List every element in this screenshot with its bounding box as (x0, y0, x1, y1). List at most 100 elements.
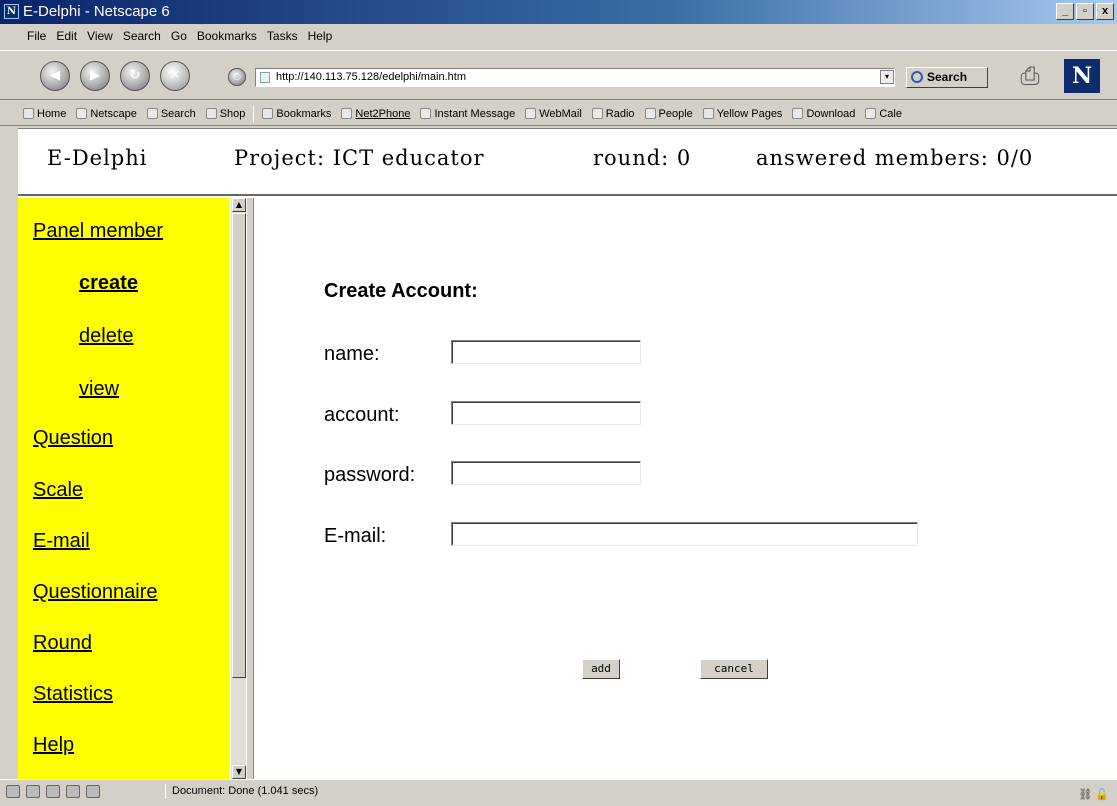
personal-calendar[interactable]: Cale (860, 108, 907, 120)
personal-download-label: Download (806, 107, 856, 120)
personal-download[interactable]: Download (787, 108, 860, 120)
nav-help[interactable]: Help (33, 734, 74, 757)
email-label: E-mail: (324, 525, 387, 547)
menu-edit[interactable]: Edit (51, 26, 82, 46)
status-text: Document: Done (1.041 secs) (172, 785, 319, 797)
bookmark-icon (702, 108, 714, 119)
personal-webmail[interactable]: WebMail (520, 108, 587, 120)
personal-instant-message-label: Instant Message (434, 107, 516, 120)
personal-net2phone[interactable]: Net2Phone (336, 108, 415, 120)
personal-search[interactable]: Search (142, 108, 201, 120)
shop-icon (205, 108, 217, 119)
sidebar-gutter[interactable] (0, 128, 18, 779)
personal-net2phone-label: Net2Phone (355, 107, 411, 120)
menu-view[interactable]: View (82, 26, 118, 46)
personal-bookmarks[interactable]: Bookmarks (257, 108, 336, 120)
nav-scale[interactable]: Scale (33, 479, 83, 502)
personal-webmail-label: WebMail (539, 107, 582, 120)
maximize-button[interactable]: ▫ (1076, 3, 1094, 20)
instant-messenger-icon[interactable] (46, 785, 60, 798)
close-button[interactable]: x (1096, 3, 1114, 20)
nav-email[interactable]: E-mail (33, 530, 90, 553)
bookmark-icon (644, 108, 656, 119)
composer-icon[interactable] (66, 785, 80, 798)
personal-home[interactable]: Home (18, 108, 71, 120)
status-divider (165, 784, 166, 799)
search-button[interactable]: Search (906, 67, 988, 88)
personal-netscape-label: Netscape (90, 107, 137, 120)
stop-button[interactable]: ✕ (160, 61, 190, 91)
menu-bar: File Edit View Search Go Bookmarks Tasks… (0, 26, 1117, 46)
app-name: E-Delphi (47, 146, 148, 170)
nav-statistics[interactable]: Statistics (33, 683, 113, 706)
url-history-button[interactable]: ○ (228, 68, 246, 86)
nav-panel-member[interactable]: Panel member (33, 220, 163, 243)
scroll-up-button[interactable]: ▲ (232, 198, 246, 212)
account-label: account: (324, 404, 400, 426)
url-dropdown-button[interactable]: ▾ (880, 70, 894, 84)
menu-help[interactable]: Help (303, 26, 338, 46)
add-button[interactable]: add (582, 659, 620, 679)
navigator-icon[interactable] (6, 785, 20, 798)
bookmark-icon (420, 108, 432, 119)
magnifier-icon (911, 71, 923, 83)
password-label: password: (324, 464, 416, 486)
back-button[interactable]: ◀ (40, 61, 70, 91)
menu-tasks[interactable]: Tasks (262, 26, 303, 46)
frame-resize-border[interactable] (246, 198, 254, 780)
dropdown-icon: ▾ (884, 72, 889, 81)
scroll-thumb[interactable] (232, 213, 246, 678)
mail-icon[interactable] (26, 785, 40, 798)
navigation-frame: Panel member create delete view Question… (18, 198, 230, 780)
account-input[interactable] (451, 401, 641, 425)
netscape-logo-icon: N (4, 4, 19, 19)
up-arrow-icon: ▲ (235, 200, 243, 209)
personal-instant-message[interactable]: Instant Message (415, 108, 520, 120)
minimize-button[interactable]: _ (1056, 3, 1074, 20)
email-input[interactable] (451, 522, 918, 546)
navigation-frame-scrollbar[interactable]: ▲ ▼ (230, 198, 246, 780)
personal-yellow-pages[interactable]: Yellow Pages (698, 108, 788, 120)
nav-question[interactable]: Question (33, 427, 113, 450)
menu-file[interactable]: File (22, 26, 51, 46)
window-title: E-Delphi - Netscape 6 (23, 3, 170, 20)
form-heading: Create Account: (324, 280, 478, 302)
nav-create[interactable]: create (79, 272, 138, 295)
personal-people[interactable]: People (640, 108, 698, 120)
bookmark-icon (865, 108, 877, 119)
search-icon (146, 108, 158, 119)
security-lock-icon[interactable]: ⛓ 🔓 (1075, 784, 1109, 801)
personal-netscape[interactable]: Netscape (71, 108, 141, 120)
down-arrow-icon: ▼ (235, 767, 243, 776)
name-input[interactable] (451, 340, 641, 364)
back-arrow-icon: ◀ (50, 68, 60, 83)
personal-search-label: Search (160, 107, 196, 120)
nav-questionnaire[interactable]: Questionnaire (33, 581, 158, 604)
nav-delete[interactable]: delete (79, 325, 134, 348)
nav-view[interactable]: view (79, 378, 119, 401)
netscape-throbber-icon[interactable]: N (1064, 59, 1100, 93)
personal-shop[interactable]: Shop (201, 108, 251, 120)
project-name: Project: ICT educator (234, 146, 485, 170)
scroll-down-button[interactable]: ▼ (232, 765, 246, 779)
print-icon[interactable]: ⎙ (1013, 61, 1047, 91)
personal-toolbar: Home Netscape Search Shop Bookmarks Net2… (0, 102, 1117, 126)
reload-button[interactable]: ↻ (120, 61, 150, 91)
header-frame: E-Delphi Project: ICT educator round: 0 … (18, 129, 1117, 196)
component-bar (6, 785, 100, 798)
forward-button[interactable]: ▶ (80, 61, 110, 91)
password-input[interactable] (451, 461, 641, 485)
answered-members: answered members: 0/0 (756, 146, 1034, 170)
personal-shop-label: Shop (219, 107, 246, 120)
menu-bookmarks[interactable]: Bookmarks (192, 26, 262, 46)
toolbar-separator (253, 105, 255, 122)
personal-radio[interactable]: Radio (587, 108, 640, 120)
nav-round[interactable]: Round (33, 632, 92, 655)
cancel-button[interactable]: cancel (700, 659, 768, 679)
address-book-icon[interactable] (86, 785, 100, 798)
netscape-icon (76, 108, 88, 119)
url-input[interactable]: http://140.113.75.128/edelphi/main.htm (255, 68, 895, 87)
menu-go[interactable]: Go (166, 26, 192, 46)
search-button-label: Search (927, 70, 968, 84)
menu-search[interactable]: Search (118, 26, 166, 46)
